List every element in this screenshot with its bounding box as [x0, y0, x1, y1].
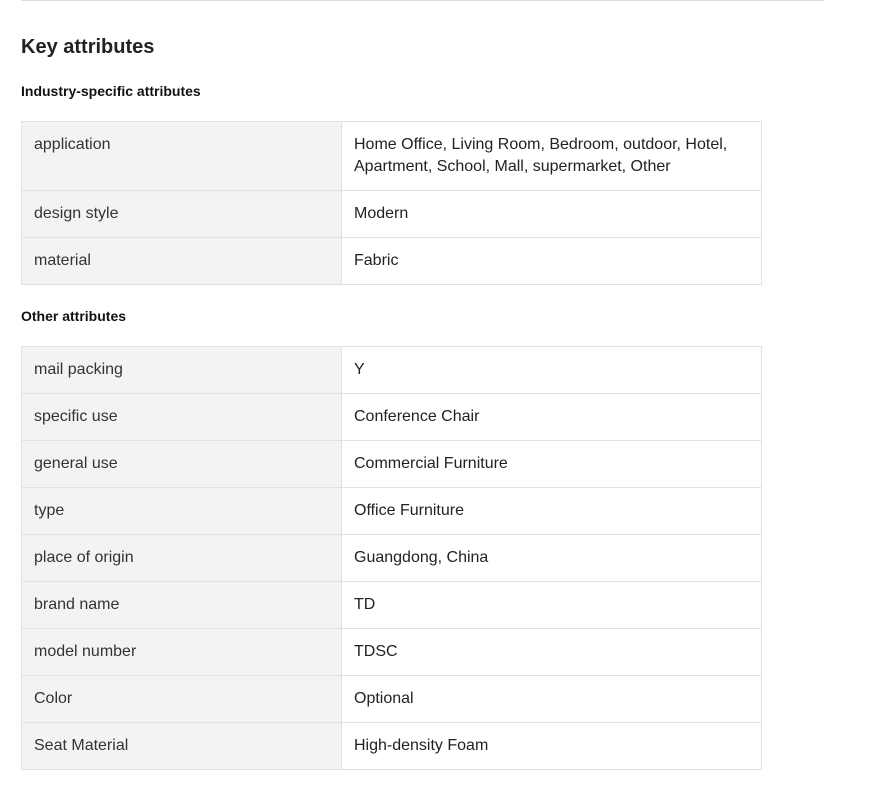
- attribute-value: Commercial Furniture: [341, 440, 762, 488]
- table-row: application Home Office, Living Room, Be…: [21, 121, 762, 191]
- attribute-value: Home Office, Living Room, Bedroom, outdo…: [341, 121, 762, 191]
- attribute-key: material: [21, 237, 342, 285]
- attribute-value: Y: [341, 346, 762, 394]
- table-row: general use Commercial Furniture: [21, 440, 762, 488]
- attribute-key: application: [21, 121, 342, 191]
- table-row: design style Modern: [21, 190, 762, 238]
- attribute-value: Office Furniture: [341, 487, 762, 535]
- attribute-key: model number: [21, 628, 342, 676]
- attribute-value: Modern: [341, 190, 762, 238]
- industry-attributes-table: application Home Office, Living Room, Be…: [21, 121, 762, 285]
- attribute-value: TD: [341, 581, 762, 629]
- table-row: model number TDSC: [21, 628, 762, 676]
- table-row: brand name TD: [21, 581, 762, 629]
- attribute-key: design style: [21, 190, 342, 238]
- table-row: type Office Furniture: [21, 487, 762, 535]
- table-row: Seat Material High-density Foam: [21, 722, 762, 770]
- table-row: specific use Conference Chair: [21, 393, 762, 441]
- attribute-key: place of origin: [21, 534, 342, 582]
- other-attributes-table: mail packing Y specific use Conference C…: [21, 346, 762, 770]
- attribute-key: general use: [21, 440, 342, 488]
- industry-attributes-title: Industry-specific attributes: [21, 83, 201, 99]
- table-row: mail packing Y: [21, 346, 762, 394]
- other-attributes-title: Other attributes: [21, 308, 127, 324]
- table-row: material Fabric: [21, 237, 762, 285]
- attribute-value: Optional: [341, 675, 762, 723]
- table-row: place of origin Guangdong, China: [21, 534, 762, 582]
- attribute-key: type: [21, 487, 342, 535]
- attribute-value: TDSC: [341, 628, 762, 676]
- attribute-key: specific use: [21, 393, 342, 441]
- attribute-key: brand name: [21, 581, 342, 629]
- attribute-value: Fabric: [341, 237, 762, 285]
- attribute-value: High-density Foam: [341, 722, 762, 770]
- table-row: Color Optional: [21, 675, 762, 723]
- section-title: Key attributes: [21, 36, 155, 58]
- attribute-key: mail packing: [21, 346, 342, 394]
- attribute-value: Conference Chair: [341, 393, 762, 441]
- attribute-key: Color: [21, 675, 342, 723]
- top-divider: [21, 0, 824, 1]
- attribute-value: Guangdong, China: [341, 534, 762, 582]
- attribute-key: Seat Material: [21, 722, 342, 770]
